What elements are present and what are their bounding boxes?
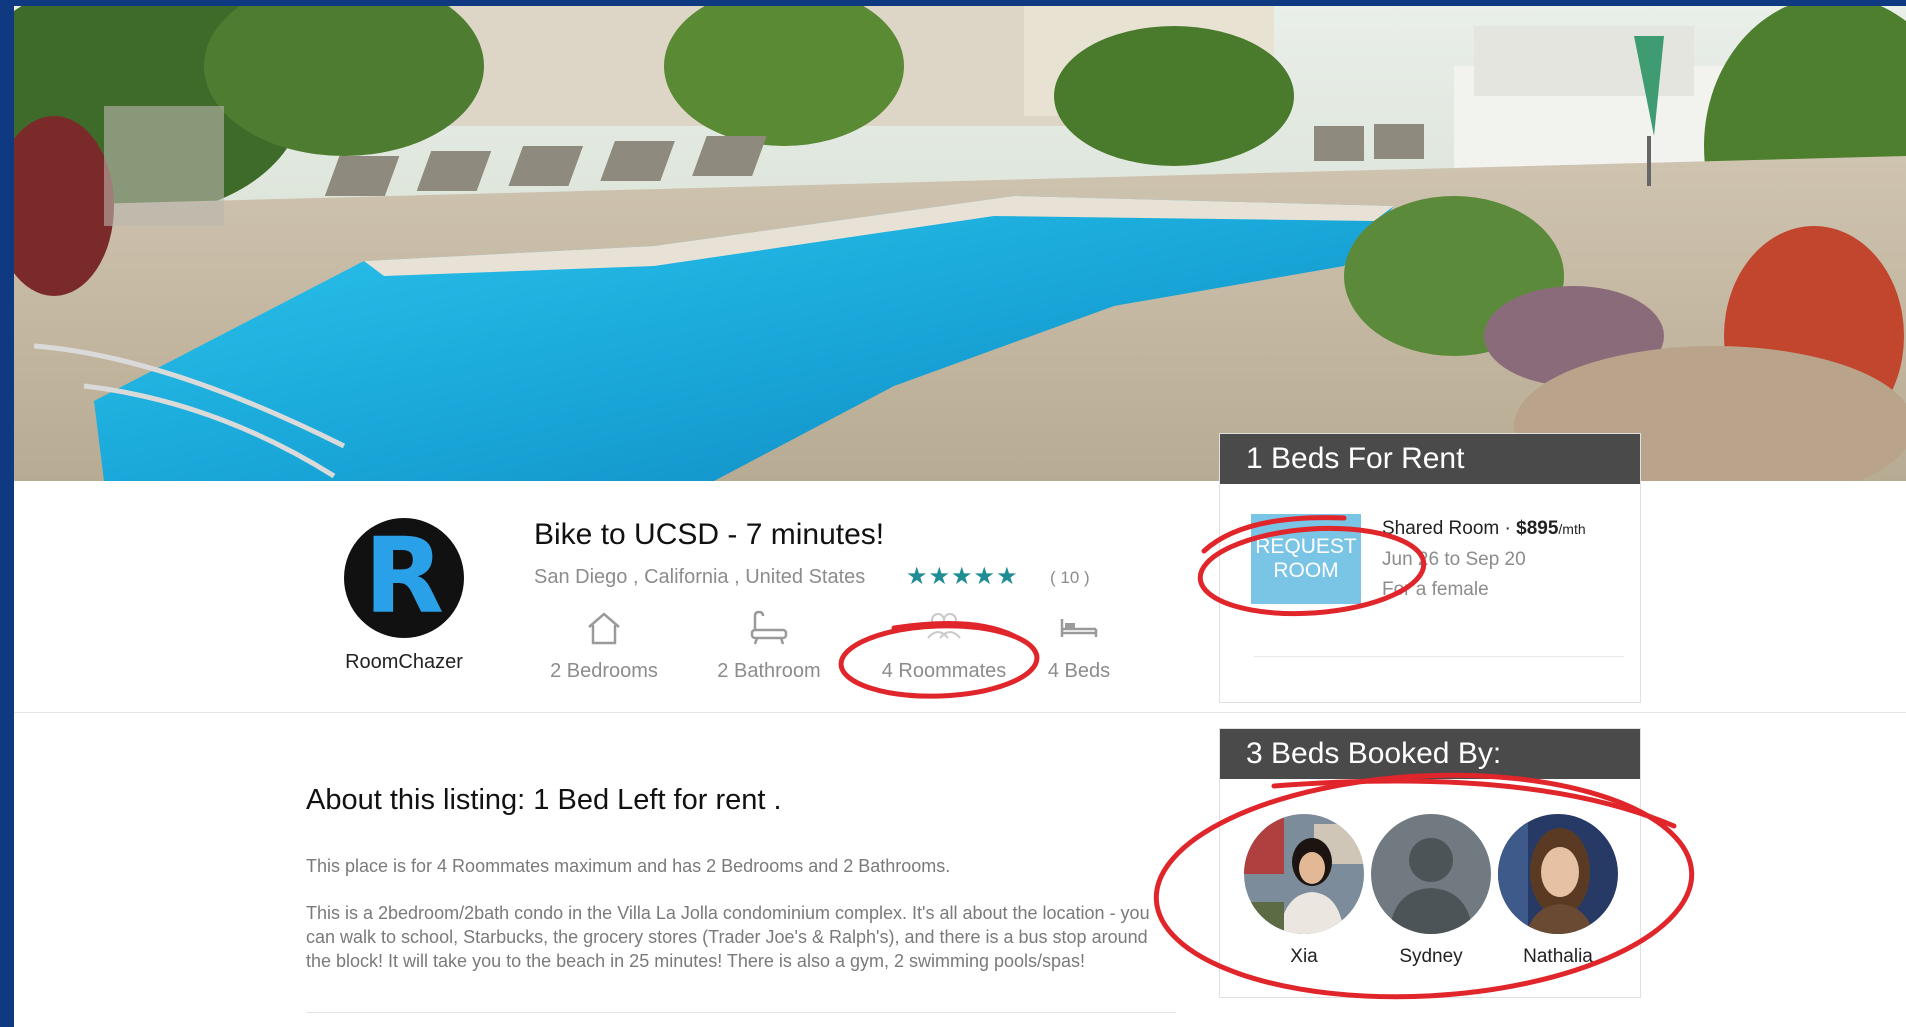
- host-logo-letter: R: [363, 515, 445, 637]
- room-price: $895: [1516, 518, 1559, 539]
- review-count[interactable]: ( 10 ): [1050, 568, 1090, 588]
- feature-bedrooms: 2 Bedrooms: [534, 608, 674, 683]
- roommate-name[interactable]: Nathalia: [1488, 946, 1628, 968]
- avatar-sydney[interactable]: [1371, 814, 1491, 934]
- bed-icon: [1034, 608, 1124, 648]
- section-divider: [14, 712, 1906, 713]
- rating-stars: ★★★★★: [906, 563, 1019, 590]
- request-room-button[interactable]: REQUEST ROOM: [1251, 514, 1361, 604]
- feature-bathroom: 2 Bathroom: [699, 608, 839, 683]
- room-gender: For a female: [1382, 579, 1489, 600]
- hero-pool-photo: [14, 6, 1906, 481]
- house-icon: [534, 608, 674, 648]
- feature-beds: 4 Beds: [1034, 608, 1124, 683]
- room-type: Shared Room · $895/mth: [1382, 518, 1586, 540]
- about-summary: This place is for 4 Roommates maximum an…: [306, 856, 951, 876]
- feature-label: 4 Beds: [1047, 660, 1111, 682]
- room-price-unit: /mth: [1558, 521, 1586, 537]
- host-name[interactable]: RoomChazer: [314, 651, 494, 674]
- request-label-line2: ROOM: [1273, 559, 1339, 582]
- feature-label: 4 Roommates: [881, 660, 1007, 682]
- feature-label: 2 Bedrooms: [550, 660, 658, 682]
- roommates-icon: [869, 608, 1019, 648]
- listing-location: San Diego , California , United States: [534, 566, 866, 588]
- roommate-name[interactable]: Xia: [1234, 946, 1374, 968]
- rent-panel-header: 1 Beds For Rent: [1220, 434, 1640, 484]
- room-dates: Jun 26 to Sep 20: [1382, 549, 1526, 570]
- bottom-divider: [306, 1012, 1176, 1013]
- about-title: About this listing: 1 Bed Left for rent …: [306, 784, 782, 816]
- request-label-line1: REQUEST: [1255, 535, 1357, 558]
- booked-panel-header: 3 Beds Booked By:: [1220, 729, 1640, 779]
- feature-label: 2 Bathroom: [717, 660, 821, 682]
- host-logo[interactable]: R: [344, 518, 464, 638]
- listing-page: R RoomChazer Bike to UCSD - 7 minutes! S…: [14, 6, 1906, 1027]
- listing-title: Bike to UCSD - 7 minutes!: [534, 518, 885, 551]
- avatar-nathalia[interactable]: [1498, 814, 1618, 934]
- bathtub-icon: [699, 608, 839, 648]
- room-type-label: Shared Room ·: [1382, 518, 1517, 539]
- roommate-name[interactable]: Sydney: [1361, 946, 1501, 968]
- feature-roommates: 4 Roommates: [869, 608, 1019, 683]
- about-description: This is a 2bedroom/2bath condo in the Vi…: [306, 903, 1150, 971]
- rent-panel-divider: [1254, 656, 1624, 657]
- avatar-xia[interactable]: [1244, 814, 1364, 934]
